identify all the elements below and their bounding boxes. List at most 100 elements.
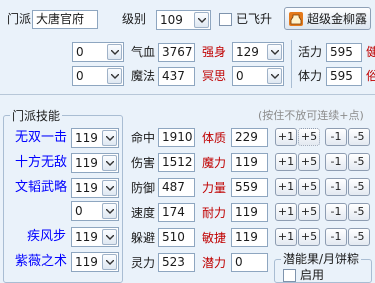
attribute-label: 敏捷	[202, 231, 227, 245]
strength-skill-spinbox[interactable]: 129	[232, 42, 284, 62]
stamina-label: 体力	[298, 69, 323, 83]
chevron-down-icon[interactable]	[102, 180, 117, 196]
stat-value: 174	[158, 203, 195, 222]
attribute-value: 229	[231, 128, 268, 147]
skill-spinbox[interactable]: 0	[71, 201, 119, 221]
plus-1-button[interactable]: +1	[275, 228, 297, 246]
skill-value: 119	[75, 230, 98, 244]
strength-skill-value: 129	[236, 45, 259, 59]
vitality-label: 活力	[298, 45, 323, 59]
level-spinbox[interactable]: 109	[156, 10, 211, 30]
chevron-down-icon[interactable]	[107, 68, 122, 84]
skill-spinbox[interactable]: 119	[71, 178, 119, 198]
skill-spinbox[interactable]: 119	[71, 128, 119, 148]
sect-skills-title: 门派技能	[10, 108, 63, 124]
stat-label: 防御	[131, 181, 156, 195]
chevron-down-icon[interactable]	[102, 229, 117, 245]
divider	[291, 40, 292, 88]
skill-spinbox[interactable]: 119	[71, 153, 119, 173]
mp-value: 437	[158, 67, 195, 86]
skill-name: 疾风步	[27, 229, 67, 244]
separator	[0, 94, 375, 95]
meditation-skill-spinbox[interactable]: 0	[232, 66, 284, 86]
enable-checkbox[interactable]	[283, 269, 296, 282]
skill-name: 文韬武略	[15, 180, 68, 195]
skill-spinbox[interactable]: 119	[71, 252, 119, 272]
chevron-down-icon[interactable]	[267, 44, 282, 60]
level-value: 109	[160, 13, 183, 27]
top-spinbox-2-value: 0	[76, 69, 84, 83]
sect-input[interactable]: 大唐官府	[32, 10, 98, 29]
super-liulu-label: 超级金柳露	[307, 12, 368, 26]
plus-1-button[interactable]: +1	[275, 203, 297, 221]
chevron-down-icon[interactable]	[267, 68, 282, 84]
minus-5-button[interactable]: -5	[348, 178, 370, 196]
plus-1-button[interactable]: +1	[275, 153, 297, 171]
minus-5-button[interactable]: -5	[348, 203, 370, 221]
minus-1-button[interactable]: -1	[325, 203, 347, 221]
enable-label: 启用	[300, 268, 325, 282]
plus-5-button[interactable]: +5	[298, 203, 320, 221]
stat-label: 伤害	[131, 156, 156, 170]
attribute-value: 119	[231, 228, 268, 247]
attribute-label: 潜力	[202, 256, 227, 270]
level-label: 级别	[122, 12, 147, 26]
stat-value: 487	[158, 178, 195, 197]
mp-label: 魔法	[131, 69, 156, 83]
top-spinbox-2[interactable]: 0	[72, 66, 124, 86]
plus-5-button[interactable]: +5	[298, 153, 320, 171]
hint-text: (按住不放可连续+点)	[258, 109, 364, 122]
flown-checkbox[interactable]	[219, 13, 232, 26]
minus-5-button[interactable]: -5	[348, 228, 370, 246]
stat-value: 1512	[158, 153, 195, 172]
chevron-down-icon[interactable]	[102, 254, 117, 270]
super-liulu-button[interactable]: 超级金柳露	[284, 7, 371, 30]
meditation-skill-value: 0	[236, 69, 244, 83]
stat-value: 510	[158, 228, 195, 247]
skill-value: 119	[75, 156, 98, 170]
skill-name: 十方无敌	[15, 155, 68, 170]
chevron-down-icon[interactable]	[107, 44, 122, 60]
skill-value: 119	[75, 181, 98, 195]
plus-1-button[interactable]: +1	[275, 128, 297, 146]
stamina-value: 595	[326, 67, 362, 86]
minus-5-button[interactable]: -5	[348, 153, 370, 171]
plus-5-button[interactable]: +5	[298, 128, 320, 146]
sect-label: 门派	[7, 12, 32, 26]
stat-label: 灵力	[131, 256, 156, 270]
skill-name: 无双一击	[15, 130, 68, 145]
skill-value: 0	[75, 204, 83, 218]
minus-1-button[interactable]: -1	[325, 128, 347, 146]
attribute-label: 力量	[202, 181, 227, 195]
skill-value: 119	[75, 255, 98, 269]
attribute-value: 559	[231, 178, 268, 197]
minus-1-button[interactable]: -1	[325, 228, 347, 246]
attribute-label: 体质	[202, 131, 227, 145]
chevron-down-icon[interactable]	[194, 12, 209, 28]
top-spinbox-1-value: 0	[76, 45, 84, 59]
chevron-down-icon[interactable]	[102, 155, 117, 171]
minus-5-button[interactable]: -5	[348, 128, 370, 146]
plus-5-button[interactable]: +5	[298, 178, 320, 196]
plus-5-button[interactable]: +5	[298, 228, 320, 246]
attribute-value: 119	[231, 153, 268, 172]
potential-fruit-title: 潜能果/月饼粽	[281, 251, 362, 267]
stat-value: 1910	[158, 128, 195, 147]
chevron-down-icon[interactable]	[102, 203, 117, 219]
top-spinbox-1[interactable]: 0	[72, 42, 124, 62]
right-cut-label-2: 俗	[366, 69, 375, 83]
hp-value: 3767	[158, 43, 195, 62]
attribute-label: 耐力	[202, 206, 227, 220]
attribute-label: 魔力	[202, 156, 227, 170]
minus-1-button[interactable]: -1	[325, 178, 347, 196]
meditation-skill-label: 冥思	[202, 69, 227, 83]
stat-label: 命中	[131, 131, 156, 145]
stat-label: 速度	[131, 206, 156, 220]
skill-name: 紫薇之术	[15, 254, 68, 269]
skill-spinbox[interactable]: 119	[71, 227, 119, 247]
potential-points-value: 0	[231, 253, 268, 272]
plus-1-button[interactable]: +1	[275, 178, 297, 196]
chevron-down-icon[interactable]	[102, 130, 117, 146]
potion-icon	[289, 12, 303, 26]
minus-1-button[interactable]: -1	[325, 153, 347, 171]
